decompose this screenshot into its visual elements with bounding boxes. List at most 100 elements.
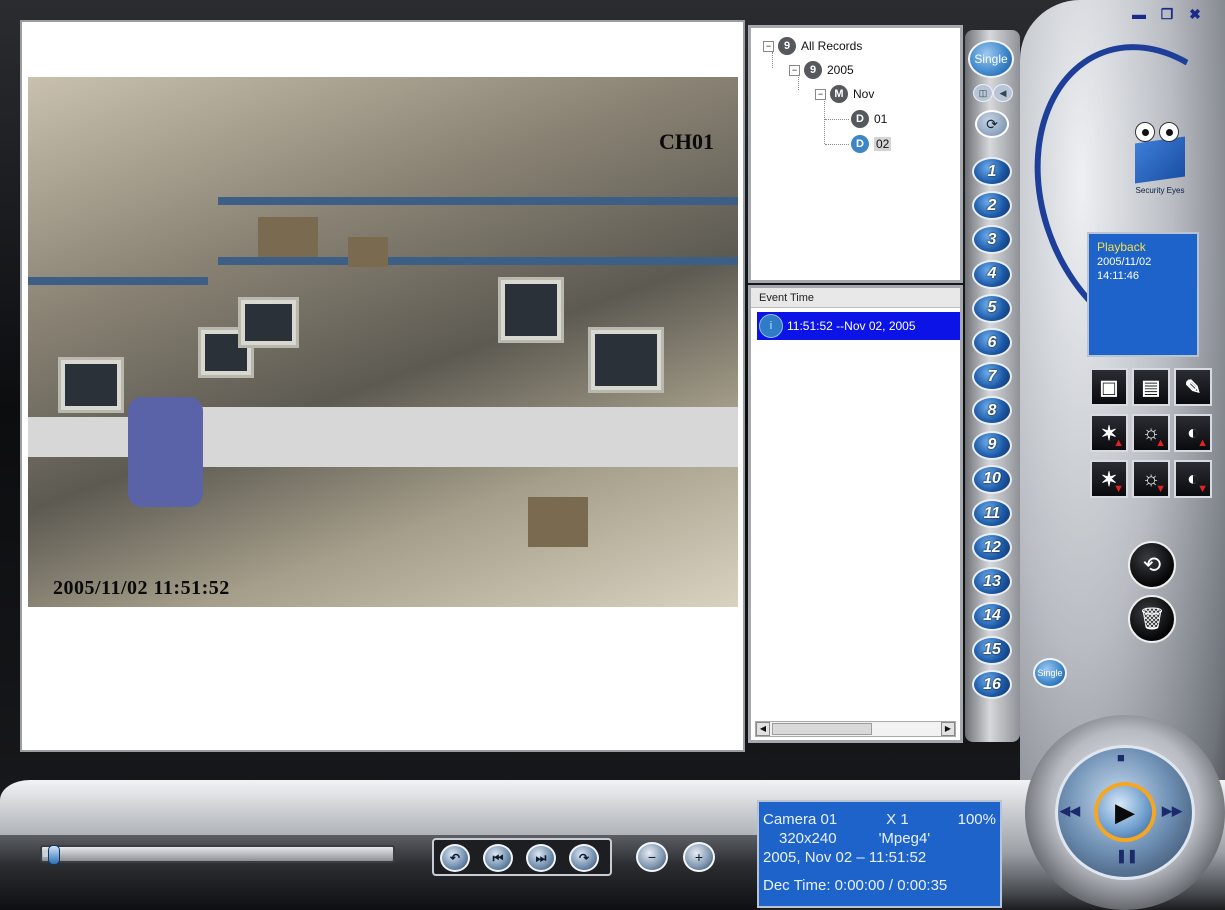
zoom-out-button[interactable]: − <box>636 842 668 872</box>
tree-node-month[interactable]: − M Nov <box>815 84 874 104</box>
stop-icon[interactable]: ■ <box>1117 750 1125 765</box>
crate <box>528 497 588 547</box>
channel-button-16[interactable]: 16 <box>972 670 1012 699</box>
tree-node-day-02[interactable]: D 02 <box>851 134 892 154</box>
window-controls: ▬ ❐ ✖ <box>1130 6 1204 23</box>
event-time-text: 11:51:52 --Nov 02, 2005 <box>787 319 916 333</box>
single-view-button[interactable]: Single <box>968 40 1014 78</box>
brightness-up-button[interactable]: ☼ ▲ <box>1132 414 1170 452</box>
reset-button[interactable]: ⟲ <box>1128 541 1176 589</box>
channel-button-12[interactable]: 12 <box>972 533 1012 563</box>
playback-progress-slider[interactable] <box>40 845 395 865</box>
single-channel-button[interactable]: Single <box>1033 658 1067 688</box>
crate <box>258 217 318 257</box>
tree-node-label: 2005 <box>827 63 854 77</box>
delete-button[interactable]: 🗑 <box>1128 595 1176 643</box>
image-tools: ▣ ▤ ✎ ✶ ▲ ☼ ▲ ◐ ▲ ✶ ▼ ☼ ▼ ◐ ▼ <box>1090 368 1212 508</box>
slow-forward-icon: ↷ <box>578 851 590 865</box>
monitor <box>238 297 299 348</box>
increase-arrow-icon: ▲ <box>1155 437 1166 449</box>
audio-icon[interactable]: ◀ <box>993 84 1013 102</box>
tree-line <box>825 119 849 120</box>
channel-button-4[interactable]: 4 <box>972 259 1012 289</box>
fast-forward-icon[interactable]: ▶▶ <box>1162 803 1182 819</box>
tree-node-label: Nov <box>853 87 875 101</box>
tree-node-all-records[interactable]: − 9 All Records <box>763 36 862 56</box>
next-frame-icon: ⏭ <box>535 850 547 865</box>
scroll-left-icon[interactable]: ◀ <box>756 722 770 736</box>
logo-eye-icon <box>1159 122 1179 142</box>
contrast-down-button[interactable]: ◐ ▼ <box>1174 460 1212 498</box>
trash-icon: 🗑 <box>1138 606 1166 631</box>
channel-button-7[interactable]: 7 <box>972 362 1012 392</box>
shelf <box>218 197 738 205</box>
scroll-right-icon[interactable]: ▶ <box>941 722 955 736</box>
tree-node-label: 02 <box>874 137 892 151</box>
crate <box>348 237 388 267</box>
logo-text: Security Eyes <box>1135 186 1185 195</box>
collapse-icon[interactable]: − <box>763 40 774 52</box>
save-snapshot-button[interactable]: ▣ <box>1090 368 1128 406</box>
slow-forward-button[interactable]: ↷ <box>569 844 599 872</box>
close-icon[interactable]: ✖ <box>1186 6 1204 22</box>
channel-overlay: CH01 <box>659 129 714 154</box>
slow-backward-button[interactable]: ↶ <box>440 844 470 872</box>
increase-arrow-icon: ▲ <box>1197 437 1208 449</box>
channel-button-11[interactable]: 11 <box>972 499 1012 528</box>
year-icon: 9 <box>804 61 822 79</box>
zoom-in-button[interactable]: + <box>683 842 715 872</box>
playback-speed: X 1 <box>886 811 909 828</box>
save-snapshot-icon: ▣ <box>1099 376 1119 399</box>
horizontal-scrollbar[interactable]: ◀ ▶ <box>755 721 956 737</box>
tree-node-year[interactable]: − 9 2005 <box>789 60 854 80</box>
next-frame-button[interactable]: ⏭ <box>526 844 556 872</box>
channel-button-5[interactable]: 5 <box>972 293 1012 323</box>
channel-button-10[interactable]: 10 <box>972 464 1012 494</box>
play-button[interactable]: ▶ <box>1094 782 1156 842</box>
split-view-icon[interactable]: ◫ <box>973 84 993 102</box>
channel-button-14[interactable]: 14 <box>972 601 1012 631</box>
status-date: 2005/11/02 <box>1097 256 1152 268</box>
column-header-event-time[interactable]: Event Time <box>751 288 960 308</box>
shelf <box>218 257 738 265</box>
workbench <box>188 407 738 467</box>
channel-button-9[interactable]: 9 <box>972 430 1012 460</box>
event-list[interactable]: Event Time i 11:51:52 --Nov 02, 2005 ◀ ▶ <box>748 285 963 743</box>
sharpness-up-button[interactable]: ✶ ▲ <box>1090 414 1128 452</box>
channel-button-1[interactable]: 1 <box>972 157 1012 186</box>
restore-icon[interactable]: ❐ <box>1158 6 1176 22</box>
previous-frame-button[interactable]: ⏮ <box>483 844 513 872</box>
scroll-thumb[interactable] <box>772 723 872 735</box>
refresh-tree-button[interactable]: ⟳ <box>975 110 1009 138</box>
monitor <box>588 327 664 393</box>
edit-pen-button[interactable]: ✎ <box>1174 368 1212 406</box>
tree-node-label: All Records <box>801 39 863 53</box>
minimize-icon[interactable]: ▬ <box>1130 6 1148 22</box>
monitor <box>58 357 124 413</box>
status-time: 14:11:46 <box>1097 270 1140 282</box>
tree-node-day-01[interactable]: D 01 <box>851 109 887 129</box>
channel-button-15[interactable]: 15 <box>972 635 1012 665</box>
pause-icon[interactable]: ❚❚ <box>1116 848 1138 864</box>
zoom-in-icon: + <box>694 849 704 865</box>
tree-line <box>825 144 849 145</box>
event-row[interactable]: i 11:51:52 --Nov 02, 2005 <box>757 312 960 340</box>
record-tree[interactable]: − 9 All Records − 9 2005 − M Nov D 01 D … <box>748 25 963 283</box>
export-video-button[interactable]: ▤ <box>1132 368 1170 406</box>
collapse-icon[interactable]: − <box>815 88 826 100</box>
info-row: Camera 01 X 1 100% <box>763 810 996 829</box>
event-info-icon: i <box>759 314 783 338</box>
brightness-down-button[interactable]: ☼ ▼ <box>1132 460 1170 498</box>
rewind-icon[interactable]: ◀◀ <box>1060 803 1080 819</box>
collapse-icon[interactable]: − <box>789 64 800 76</box>
channel-button-2[interactable]: 2 <box>972 191 1012 221</box>
channel-button-6[interactable]: 6 <box>972 328 1012 357</box>
sharpness-down-button[interactable]: ✶ ▼ <box>1090 460 1128 498</box>
info-row: 320x240 'Mpeg4' <box>763 829 996 848</box>
camera-name: Camera 01 <box>763 811 838 828</box>
timestamp-overlay: 2005/11/02 11:51:52 <box>53 577 230 599</box>
month-icon: M <box>830 85 848 103</box>
contrast-up-button[interactable]: ◐ ▲ <box>1174 414 1212 452</box>
codec: 'Mpeg4' <box>878 830 931 847</box>
progress-handle[interactable] <box>48 845 61 865</box>
